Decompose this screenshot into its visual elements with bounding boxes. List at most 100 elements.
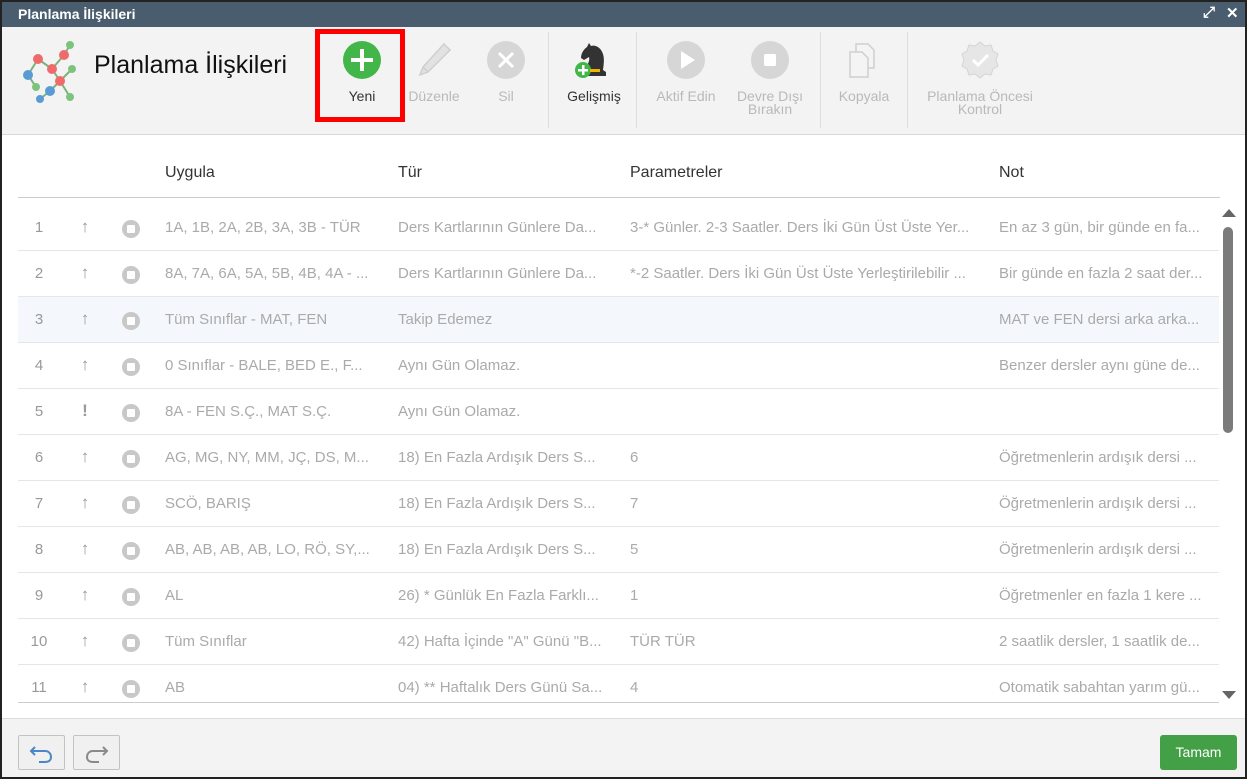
undo-icon xyxy=(29,746,53,763)
cell-tur: Aynı Gün Olamaz. xyxy=(398,403,521,420)
cell-tur: 18) En Fazla Ardışık Ders S... xyxy=(398,541,596,558)
cell-uygula: 8A - FEN S.Ç., MAT S.Ç. xyxy=(165,403,332,420)
table-row[interactable]: 9 ↑ AL 26) * Günlük En Fazla Farklı... 1… xyxy=(18,573,1219,619)
precheck-label-line2: Kontrol xyxy=(957,101,1003,117)
cell-not: Öğretmenlerin ardışık dersi ... xyxy=(999,449,1197,466)
stop-circle-icon xyxy=(751,41,789,79)
cell-tur: 04) ** Haftalık Ders Günü Sa... xyxy=(398,679,603,696)
priority-arrow-icon: ↑ xyxy=(80,585,90,604)
scroll-up-icon[interactable] xyxy=(1222,209,1236,217)
copy-button[interactable]: Kopyala xyxy=(830,35,898,125)
priority-arrow-icon: ↑ xyxy=(80,447,90,466)
cell-not: Öğretmenlerin ardışık dersi ... xyxy=(999,495,1197,512)
stop-icon[interactable] xyxy=(122,404,140,422)
row-number: 4 xyxy=(34,357,44,374)
priority-arrow-icon: ↑ xyxy=(80,493,90,512)
table-row[interactable]: 4 ↑ 0 Sınıflar - BALE, BED E., F... Aynı… xyxy=(18,343,1219,389)
priority-arrow-icon: ↑ xyxy=(80,217,90,236)
close-icon[interactable]: ✕ xyxy=(1226,4,1239,22)
exclamation-icon: ! xyxy=(82,401,88,420)
table-row[interactable]: 10 ↑ Tüm Sınıflar 42) Hafta İçinde "A" G… xyxy=(18,619,1219,665)
cell-uygula: AG, MG, NY, MM, JÇ, DS, M... xyxy=(165,449,369,466)
grid-header: Uygula Tür Parametreler Not xyxy=(18,150,1220,198)
priority-arrow-icon: ↑ xyxy=(80,355,90,374)
stop-icon[interactable] xyxy=(122,266,140,284)
table-row[interactable]: 1 ↑ 1A, 1B, 2A, 2B, 3A, 3B - TÜR Ders Ka… xyxy=(18,205,1219,251)
cell-uygula: 8A, 7A, 6A, 5A, 5B, 4B, 4A - ... xyxy=(165,265,369,282)
cell-not: Öğretmenler en fazla 1 kere ... xyxy=(999,587,1202,604)
cell-not: Bir günde en fazla 2 saat der... xyxy=(999,265,1203,282)
cell-uygula: AL xyxy=(165,587,184,604)
row-number: 2 xyxy=(34,265,44,282)
scrollbar-thumb[interactable] xyxy=(1223,227,1233,433)
activate-button[interactable]: Aktif Edin xyxy=(648,35,724,125)
stop-icon[interactable] xyxy=(122,680,140,698)
table-row[interactable]: 2 ↑ 8A, 7A, 6A, 5A, 5B, 4B, 4A - ... Der… xyxy=(18,251,1219,297)
table-row-selected[interactable]: 3 ↑ Tüm Sınıflar - MAT, FEN Takip Edemez… xyxy=(18,297,1219,343)
stop-icon[interactable] xyxy=(122,634,140,652)
maximize-icon[interactable]: ⤢ xyxy=(1203,4,1215,21)
table-row[interactable]: 7 ↑ SCÖ, BARIŞ 18) En Fazla Ardışık Ders… xyxy=(18,481,1219,527)
cell-tur: Takip Edemez xyxy=(398,311,493,328)
delete-button[interactable]: Sil xyxy=(478,35,534,125)
cell-not: 2 saatlik dersler, 1 saatlik de... xyxy=(999,633,1200,650)
row-number: 10 xyxy=(30,633,48,650)
network-logo-icon xyxy=(23,41,76,103)
stop-icon[interactable] xyxy=(122,496,140,514)
stop-icon[interactable] xyxy=(122,220,140,238)
cell-parametreler: TÜR TÜR xyxy=(630,633,696,650)
page-title: Planlama İlişkileri xyxy=(94,51,288,79)
cell-not: Öğretmenlerin ardışık dersi ... xyxy=(999,541,1197,558)
cell-not: En az 3 gün, bir günde en fa... xyxy=(999,219,1200,236)
redo-icon xyxy=(85,746,109,763)
table-row[interactable]: 5 ! 8A - FEN S.Ç., MAT S.Ç. Aynı Gün Ola… xyxy=(18,389,1219,435)
row-number: 3 xyxy=(34,311,44,328)
priority-arrow-icon: ↑ xyxy=(80,631,90,650)
toolbar-separator xyxy=(636,32,637,128)
toolbar-separator xyxy=(548,32,549,128)
stop-icon[interactable] xyxy=(122,588,140,606)
table-row[interactable]: 11 ↑ AB 04) ** Haftalık Ders Günü Sa... … xyxy=(18,665,1219,702)
toolbar: Planlama İlişkileri Yeni Düzenle Sil Gel… xyxy=(2,27,1245,135)
stop-icon[interactable] xyxy=(122,312,140,330)
x-circle-icon xyxy=(487,41,525,79)
table-row[interactable]: 6 ↑ AG, MG, NY, MM, JÇ, DS, M... 18) En … xyxy=(18,435,1219,481)
scroll-down-icon[interactable] xyxy=(1222,691,1236,699)
dialog-window: Planlama İlişkileri ⤢ ✕ Planlama İlişkil… xyxy=(0,0,1247,779)
delete-button-label: Sil xyxy=(498,88,514,104)
advanced-button[interactable]: Gelişmiş xyxy=(558,35,630,125)
edit-button[interactable]: Düzenle xyxy=(401,35,467,125)
stop-icon[interactable] xyxy=(122,450,140,468)
vertical-scrollbar[interactable] xyxy=(1220,205,1238,703)
redo-button[interactable] xyxy=(73,735,120,770)
advanced-button-label: Gelişmiş xyxy=(567,88,621,104)
ok-button[interactable]: Tamam xyxy=(1160,735,1237,770)
stop-icon[interactable] xyxy=(122,542,140,560)
precheck-button[interactable]: Planlama Öncesi Kontrol xyxy=(918,35,1042,125)
table-row[interactable]: 8 ↑ AB, AB, AB, AB, LO, RÖ, SY,... 18) E… xyxy=(18,527,1219,573)
new-button-highlight xyxy=(315,29,405,122)
undo-button[interactable] xyxy=(18,735,65,770)
row-number: 11 xyxy=(31,679,47,696)
column-header-not[interactable]: Not xyxy=(999,164,1024,182)
deactivate-label-line2: Bırakın xyxy=(747,101,793,117)
cell-parametreler: 6 xyxy=(630,449,639,466)
column-header-uygula[interactable]: Uygula xyxy=(165,164,215,182)
priority-arrow-icon: ↑ xyxy=(80,677,90,696)
chess-knight-icon xyxy=(575,43,606,78)
stop-icon[interactable] xyxy=(122,358,140,376)
cell-parametreler: 5 xyxy=(630,541,639,558)
footer-bar: Tamam xyxy=(2,718,1245,777)
cell-uygula: AB xyxy=(165,679,186,696)
column-header-tur[interactable]: Tür xyxy=(398,164,422,182)
cell-uygula: 1A, 1B, 2A, 2B, 3A, 3B - TÜR xyxy=(165,219,361,236)
deactivate-button[interactable]: Devre Dışı Bırakın xyxy=(728,35,812,125)
toolbar-separator xyxy=(907,32,908,128)
row-number: 9 xyxy=(34,587,44,604)
column-header-parametreler[interactable]: Parametreler xyxy=(630,164,722,182)
cell-uygula: Tüm Sınıflar - MAT, FEN xyxy=(165,311,328,328)
row-number: 5 xyxy=(34,403,44,420)
cell-tur: 18) En Fazla Ardışık Ders S... xyxy=(398,495,596,512)
precheck-button-label: Planlama Öncesi Kontrol xyxy=(918,89,1042,117)
cell-not: MAT ve FEN dersi arka arka... xyxy=(999,311,1200,328)
